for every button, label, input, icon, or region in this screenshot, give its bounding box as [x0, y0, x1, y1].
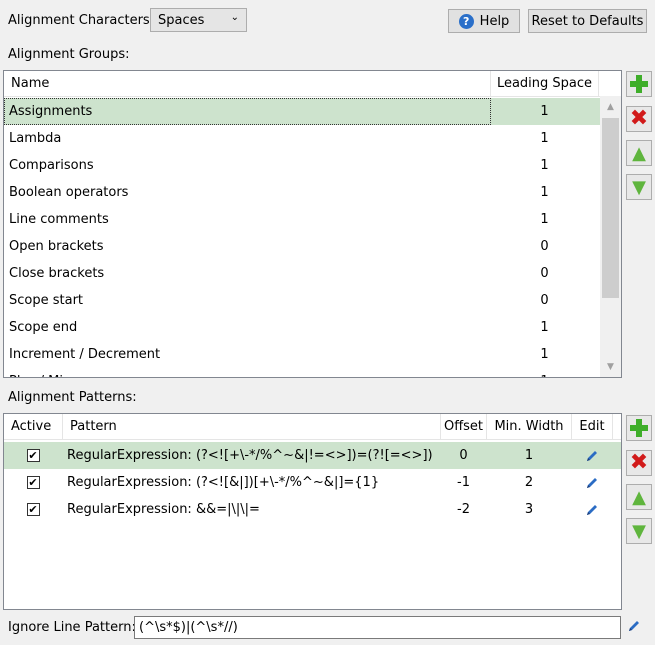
- group-row[interactable]: Open brackets 0: [4, 233, 600, 260]
- chevron-down-icon: ⌄: [230, 12, 239, 23]
- group-name: Scope end: [9, 320, 78, 335]
- alignment-characters-value: Spaces: [158, 12, 205, 28]
- patterns-header: Active Pattern Offset Min. Width Edit: [4, 414, 621, 440]
- group-row[interactable]: Boolean operators 1: [4, 179, 600, 206]
- group-name: Boolean operators: [9, 185, 129, 200]
- pattern-text: RegularExpression: (?<![&|])[+\-*/%^~&|]…: [67, 475, 380, 490]
- group-name: Open brackets: [9, 239, 104, 254]
- move-pattern-down-button[interactable]: ▼: [626, 518, 652, 544]
- group-name: Scope start: [9, 293, 84, 308]
- group-name: Assignments: [4, 98, 491, 125]
- add-pattern-button[interactable]: [626, 415, 652, 441]
- ignore-line-pattern-label: Ignore Line Pattern:: [8, 620, 136, 635]
- edit-pencil-icon[interactable]: [572, 469, 612, 496]
- pattern-text: RegularExpression: (?<![+\-*/%^~&|!=<>])…: [67, 448, 433, 463]
- group-leading-space: 1: [540, 212, 549, 227]
- alignment-patterns-title: Alignment Patterns:: [8, 390, 137, 405]
- patterns-header-pattern[interactable]: Pattern: [63, 414, 440, 439]
- pattern-offset: -2: [457, 502, 470, 517]
- ignore-line-pattern-field[interactable]: (^\s*$)|(^\s*//): [134, 616, 621, 639]
- group-leading-space: 0: [540, 293, 549, 308]
- group-leading-space: 1: [540, 104, 549, 119]
- move-group-down-button[interactable]: ▼: [626, 174, 652, 200]
- pattern-text: RegularExpression: &&=|\|\|=: [67, 502, 260, 517]
- group-row[interactable]: Scope end 1: [4, 314, 600, 341]
- remove-group-button[interactable]: ✖: [626, 106, 652, 132]
- help-icon: ?: [458, 13, 474, 29]
- pattern-offset: -1: [457, 475, 470, 490]
- groups-scrollbar[interactable]: ▲ ▼: [600, 96, 621, 377]
- group-row[interactable]: Increment / Decrement 1: [4, 341, 600, 368]
- groups-header: Name Leading Space: [4, 71, 621, 97]
- pattern-min-width: 1: [524, 448, 534, 463]
- alignment-groups-list[interactable]: Name Leading Space Assignments 1 Lambda …: [3, 70, 622, 378]
- active-checkbox[interactable]: ✔: [4, 469, 62, 496]
- groups-scroll-thumb[interactable]: [602, 118, 619, 298]
- patterns-header-min-width[interactable]: Min. Width: [487, 414, 571, 439]
- group-leading-space: 1: [491, 368, 598, 377]
- edit-pencil-icon[interactable]: [572, 442, 612, 469]
- help-button[interactable]: ? Help: [448, 9, 520, 33]
- plus-icon: [630, 419, 648, 437]
- close-icon: ✖: [629, 106, 649, 131]
- group-leading-space: 0: [540, 266, 549, 281]
- move-pattern-up-button[interactable]: ▲: [626, 484, 652, 510]
- group-row[interactable]: Lambda 1: [4, 125, 600, 152]
- alignment-characters-select[interactable]: Spaces ⌄: [150, 8, 247, 32]
- group-leading-space: 1: [540, 185, 549, 200]
- group-row[interactable]: Assignments 1: [4, 98, 600, 125]
- patterns-header-edit[interactable]: Edit: [572, 414, 612, 439]
- groups-header-leading-space[interactable]: Leading Space: [491, 71, 598, 96]
- group-name: Plus / Minus: [4, 368, 491, 377]
- patterns-header-offset[interactable]: Offset: [441, 414, 486, 439]
- alignment-characters-label: Alignment Characters:: [8, 13, 155, 28]
- pattern-offset: 0: [459, 448, 468, 463]
- plus-icon: [630, 75, 648, 93]
- group-leading-space: 1: [540, 158, 549, 173]
- group-name: Comparisons: [9, 158, 94, 173]
- active-checkbox[interactable]: ✔: [4, 496, 62, 523]
- group-row[interactable]: Plus / Minus 1: [4, 368, 600, 377]
- alignment-groups-title: Alignment Groups:: [8, 47, 130, 62]
- help-label: Help: [479, 13, 510, 29]
- arrow-down-icon: ▼: [632, 520, 646, 542]
- group-leading-space: 1: [540, 347, 549, 362]
- pattern-row[interactable]: ✔ RegularExpression: (?<![&|])[+\-*/%^~&…: [4, 469, 621, 496]
- group-name: Increment / Decrement: [9, 347, 161, 362]
- group-row[interactable]: Close brackets 0: [4, 260, 600, 287]
- group-leading-space: 1: [540, 131, 549, 146]
- group-row[interactable]: Comparisons 1: [4, 152, 600, 179]
- remove-pattern-button[interactable]: ✖: [626, 450, 652, 476]
- move-group-up-button[interactable]: ▲: [626, 140, 652, 166]
- close-icon: ✖: [629, 450, 649, 475]
- pattern-min-width: 2: [524, 475, 534, 490]
- pattern-row[interactable]: ✔ RegularExpression: &&=|\|\|= -2 3: [4, 496, 621, 523]
- group-name: Close brackets: [9, 266, 105, 281]
- groups-header-name[interactable]: Name: [4, 71, 490, 96]
- reset-to-defaults-button[interactable]: Reset to Defaults: [528, 9, 647, 33]
- alignment-patterns-list[interactable]: Active Pattern Offset Min. Width Edit ✔ …: [3, 413, 622, 610]
- group-row[interactable]: Scope start 0: [4, 287, 600, 314]
- arrow-down-icon: ▼: [632, 176, 646, 198]
- pattern-min-width: 3: [524, 502, 534, 517]
- add-group-button[interactable]: [626, 71, 652, 97]
- group-name: Line comments: [9, 212, 109, 227]
- pattern-row[interactable]: ✔ RegularExpression: (?<![+\-*/%^~&|!=<>…: [4, 442, 621, 469]
- group-leading-space: 0: [540, 239, 549, 254]
- patterns-header-active[interactable]: Active: [4, 414, 62, 439]
- group-row[interactable]: Line comments 1: [4, 206, 600, 233]
- scroll-up-arrow-icon[interactable]: ▲: [602, 98, 619, 115]
- group-name: Lambda: [9, 131, 62, 146]
- edit-pencil-icon[interactable]: [572, 496, 612, 523]
- group-leading-space: 1: [540, 320, 549, 335]
- arrow-up-icon: ▲: [632, 142, 646, 164]
- arrow-up-icon: ▲: [632, 486, 646, 508]
- scroll-down-arrow-icon[interactable]: ▼: [602, 358, 619, 375]
- edit-pencil-icon[interactable]: [627, 619, 643, 635]
- active-checkbox[interactable]: ✔: [4, 442, 62, 469]
